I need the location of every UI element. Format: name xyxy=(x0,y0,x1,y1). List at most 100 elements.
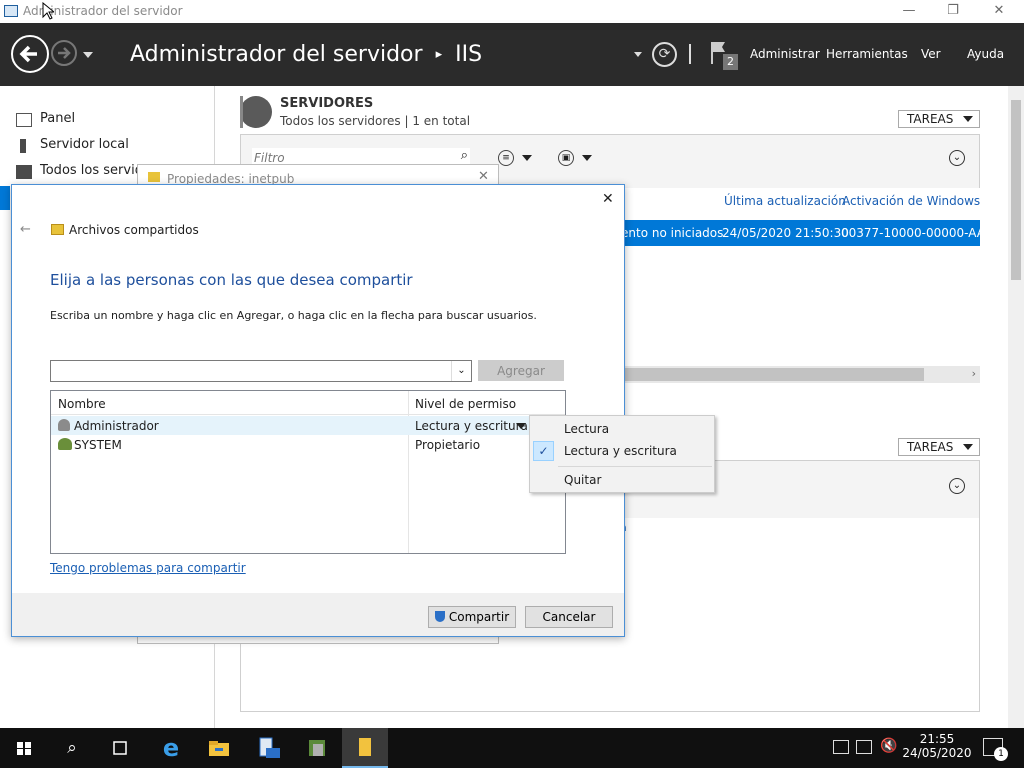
tasks-dropdown[interactable]: TAREAS xyxy=(898,110,980,128)
uac-shield-icon xyxy=(434,611,445,622)
filter-placeholder: Filtro xyxy=(254,151,285,165)
active-explorer-taskbar-button[interactable] xyxy=(342,728,388,768)
chevron-down-icon[interactable]: ⌄ xyxy=(451,361,471,381)
column-header-activation[interactable]: Activación de Windows xyxy=(842,194,980,208)
dialog-back-button[interactable]: ← xyxy=(20,222,31,237)
permission-context-menu: Lectura ✓ Lectura y escritura Quitar xyxy=(529,415,715,493)
clock[interactable]: 21:55 24/05/2020 xyxy=(902,732,972,760)
nav-item-panel[interactable]: Panel xyxy=(16,110,206,132)
nav-item-local-server[interactable]: Servidor local xyxy=(16,136,206,158)
display-icon[interactable] xyxy=(856,740,872,754)
menu-item-read[interactable]: Lectura xyxy=(530,419,714,439)
file-explorer-icon[interactable] xyxy=(205,734,233,762)
maximize-button[interactable]: ❐ xyxy=(930,2,976,22)
menu-administrar[interactable]: Administrar xyxy=(750,47,820,61)
iis-manager-icon[interactable] xyxy=(303,734,331,762)
scroll-right-icon[interactable]: › xyxy=(972,367,976,380)
start-windows-icon[interactable] xyxy=(10,734,38,762)
internet-explorer-icon[interactable]: e xyxy=(157,734,185,762)
chevron-down-icon[interactable] xyxy=(516,423,526,429)
row-status: ento no iniciados xyxy=(621,226,724,240)
expand-chevron-icon[interactable]: ⌄ xyxy=(949,478,965,494)
task-view-icon[interactable] xyxy=(106,734,134,762)
server-manager-taskbar-icon[interactable] xyxy=(255,734,283,762)
permission-dropdown[interactable]: Lectura y escritura xyxy=(415,419,528,433)
server-manager-icon xyxy=(4,5,18,17)
scrollbar-thumb[interactable] xyxy=(1011,100,1021,280)
list-item-name: Administrador xyxy=(74,419,159,433)
tasks-label: TAREAS xyxy=(907,112,954,126)
app-header: Administrador del servidor ▸ IIS ⟳ 2 Adm… xyxy=(0,23,1024,86)
servers-globe-icon xyxy=(240,96,272,128)
expand-chevron-icon[interactable]: ⌄ xyxy=(949,150,965,166)
history-dropdown-icon[interactable] xyxy=(83,52,93,58)
back-button[interactable] xyxy=(11,35,49,73)
servers-icon xyxy=(16,165,32,179)
share-button[interactable]: Compartir xyxy=(428,606,516,628)
list-view-icon[interactable]: ≡ xyxy=(498,150,514,166)
scrollbar-thumb[interactable] xyxy=(620,368,924,381)
dialog-close-button[interactable]: ✕ xyxy=(602,191,614,207)
search-icon[interactable]: ⌕ xyxy=(58,734,86,762)
tasks-label: TAREAS xyxy=(907,440,954,454)
cancel-button[interactable]: Cancelar xyxy=(525,606,613,628)
checkmark-icon: ✓ xyxy=(533,441,554,461)
column-header-permission[interactable]: Nivel de permiso xyxy=(415,397,516,411)
nav-selection-indicator xyxy=(0,186,10,210)
dialog-app-title: Archivos compartidos xyxy=(69,223,199,237)
action-center-icon[interactable]: 1 xyxy=(983,738,1008,761)
row-date: 24/05/2020 21:50:30 xyxy=(722,226,849,240)
notifications-flag-icon[interactable]: 2 xyxy=(710,40,740,72)
add-button[interactable]: Agregar xyxy=(478,360,564,381)
menu-item-remove[interactable]: Quitar xyxy=(530,470,714,490)
breadcrumb-separator-icon: ▸ xyxy=(435,47,443,62)
dialog-body: ✕ ← Archivos compartidos Elija a las per… xyxy=(12,185,624,593)
nav-item-label: Servidor local xyxy=(40,137,129,152)
close-window-button[interactable]: ✕ xyxy=(976,2,1022,22)
search-icon[interactable]: ⌕ xyxy=(461,148,468,163)
notification-count-badge: 1 xyxy=(994,747,1008,761)
dashboard-icon xyxy=(16,113,32,127)
taskbar: ⌕ e 🔇 21:55 24/05/2020 1 xyxy=(0,728,1024,768)
vertical-scrollbar[interactable] xyxy=(1008,86,1024,728)
menu-item-read-write[interactable]: ✓ Lectura y escritura xyxy=(530,440,714,462)
save-icon[interactable]: ▣ xyxy=(558,150,574,166)
sharing-help-link[interactable]: Tengo problemas para compartir xyxy=(50,561,246,575)
divider xyxy=(689,44,691,64)
arrow-left-icon xyxy=(19,45,37,63)
nav-item-label: Todos los servid xyxy=(40,163,143,178)
list-header: Nombre Nivel de permiso xyxy=(51,391,565,553)
nav-item-label: Panel xyxy=(40,111,76,126)
user-name-combobox[interactable]: ⌄ xyxy=(50,360,472,382)
column-header-name[interactable]: Nombre xyxy=(58,397,106,411)
arrow-right-icon xyxy=(58,47,71,59)
section-bar xyxy=(240,96,243,128)
server-icon xyxy=(20,139,26,153)
volume-muted-icon[interactable]: 🔇 xyxy=(880,738,897,754)
refresh-icon[interactable]: ⟳ xyxy=(652,42,677,67)
servers-subtitle: Todos los servidores | 1 en total xyxy=(280,114,471,128)
chevron-down-icon[interactable] xyxy=(582,155,592,161)
share-button-label: Compartir xyxy=(448,610,510,624)
list-item[interactable]: SYSTEM Propietario xyxy=(51,435,565,454)
menu-item-label: Quitar xyxy=(564,473,602,487)
minimize-button[interactable]: — xyxy=(886,2,932,22)
dropdown-icon[interactable] xyxy=(634,52,642,57)
column-header-last-update[interactable]: Última actualización xyxy=(724,194,846,208)
dialog-heading: Elija a las personas con las que desea c… xyxy=(50,271,413,289)
breadcrumb-root[interactable]: Administrador del servidor xyxy=(130,42,423,67)
row-activation: 00377-10000-00000-AA36 xyxy=(841,226,980,240)
breadcrumb-current: IIS xyxy=(455,42,483,67)
chevron-down-icon[interactable] xyxy=(522,155,532,161)
dialog-instructions: Escriba un nombre y haga clic en Agregar… xyxy=(50,309,537,322)
mouse-cursor-icon xyxy=(42,2,54,20)
tasks-dropdown[interactable]: TAREAS xyxy=(898,438,980,456)
menu-herramientas[interactable]: Herramientas xyxy=(826,47,908,61)
menu-ayuda[interactable]: Ayuda xyxy=(967,47,1004,61)
breadcrumb: Administrador del servidor ▸ IIS xyxy=(130,42,482,67)
close-icon[interactable]: ✕ xyxy=(478,169,489,184)
network-icon[interactable] xyxy=(833,740,849,754)
forward-button[interactable] xyxy=(51,40,77,66)
menu-ver[interactable]: Ver xyxy=(921,47,941,61)
list-item[interactable]: Administrador Lectura y escritura xyxy=(51,416,565,435)
